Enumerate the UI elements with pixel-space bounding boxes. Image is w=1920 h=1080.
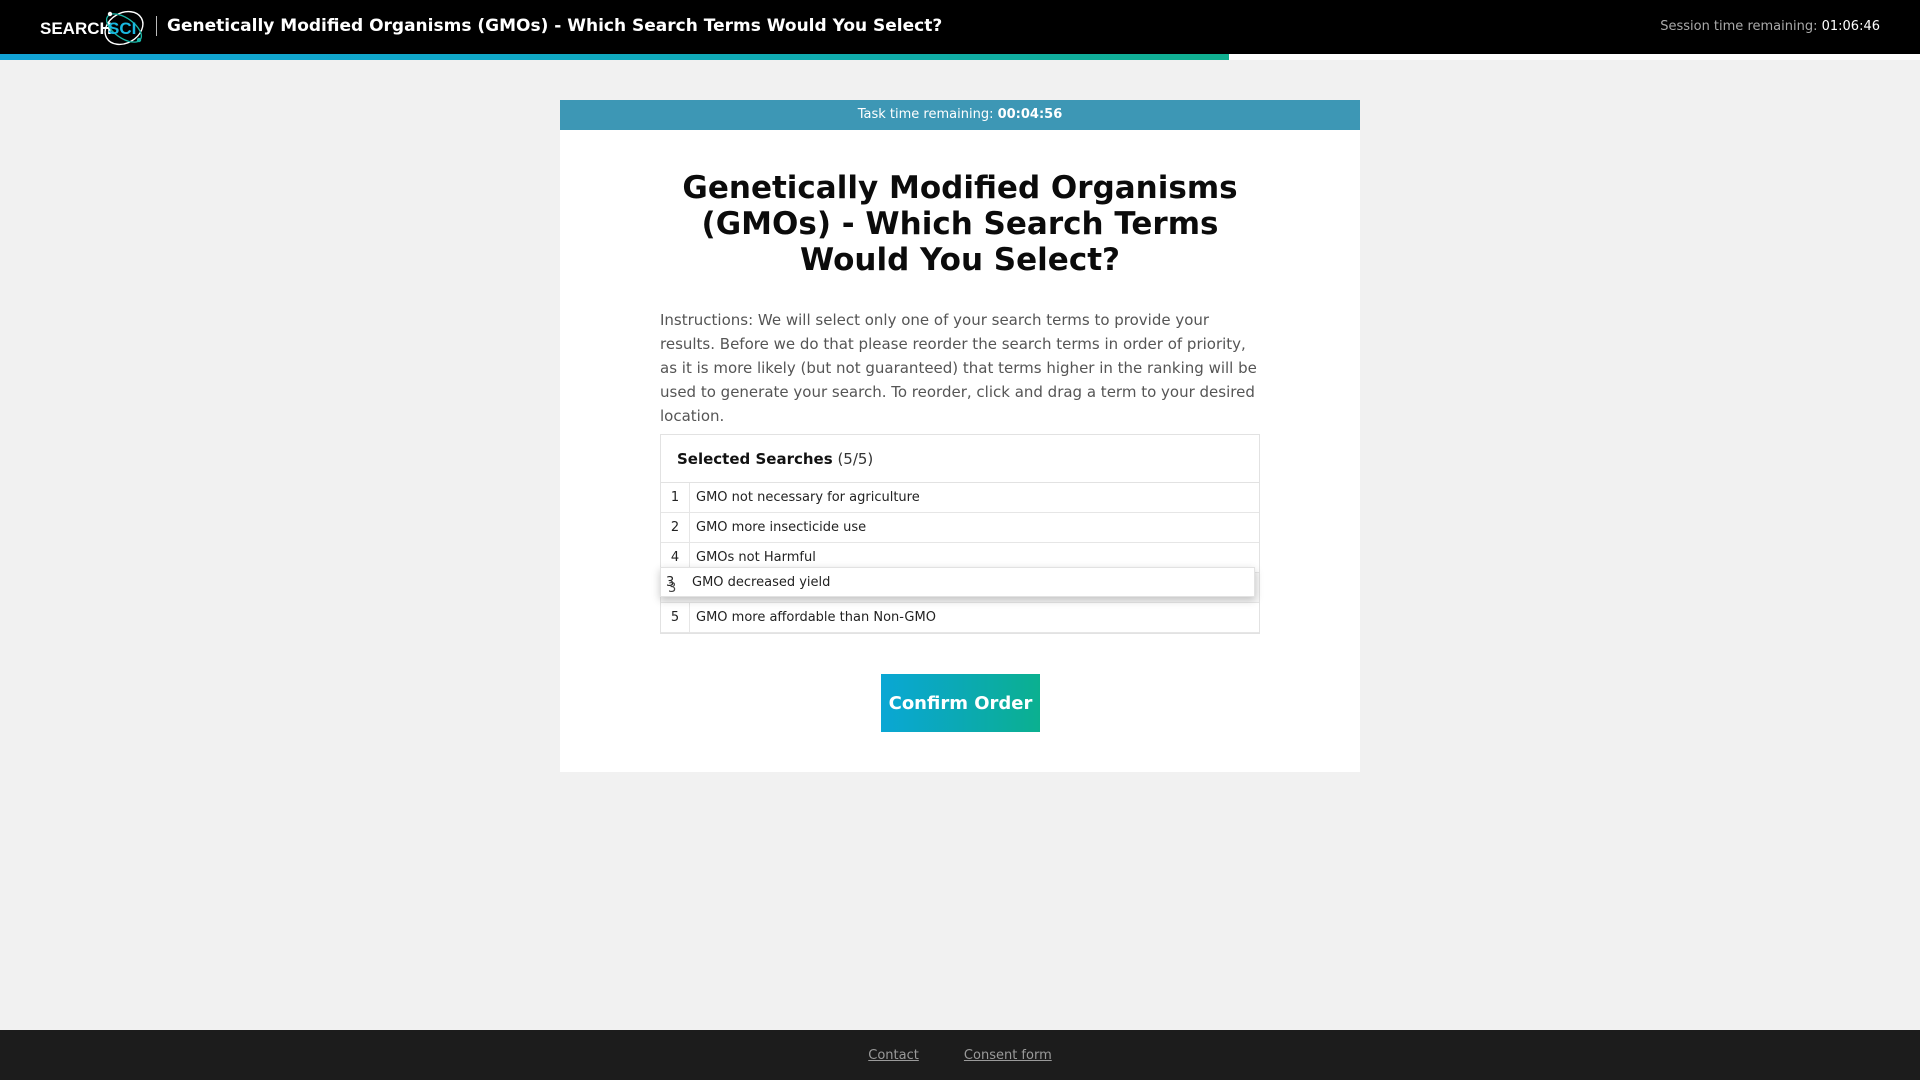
session-progress-fill (0, 54, 1229, 60)
session-timer-label: Session time remaining: (1660, 19, 1818, 34)
search-term-row[interactable]: 1 GMO not necessary for agriculture (661, 483, 1259, 513)
session-progress-bar (0, 54, 1920, 60)
consent-form-link[interactable]: Consent form (964, 1030, 1052, 1080)
dragging-search-term-row[interactable]: 3 3 GMO decreased yield (660, 567, 1255, 597)
row-term: GMO decreased yield (692, 575, 831, 590)
session-timer-value: 01:06:46 (1821, 19, 1880, 34)
row-term: GMO more affordable than Non-GMO (696, 610, 936, 625)
session-timer: Session time remaining: 01:06:46 (1660, 19, 1880, 34)
selected-searches-count: (5/5) (837, 450, 874, 468)
task-card: Task time remaining: 00:04:56 Geneticall… (560, 100, 1360, 772)
task-timer-bar: Task time remaining: 00:04:56 (560, 100, 1360, 130)
row-term: GMO not necessary for agriculture (696, 490, 920, 505)
header-title: Genetically Modified Organisms (GMOs) - … (167, 16, 943, 36)
search-term-row[interactable]: 2 GMO more insecticide use (661, 513, 1259, 543)
logo-text-left: SEARCH (40, 19, 112, 38)
search-term-row[interactable]: 5 GMO more affordable than Non-GMO (661, 603, 1259, 633)
row-number-ghost: 3 (668, 581, 677, 596)
row-number: 2 (661, 513, 690, 542)
confirm-order-button[interactable]: Confirm Order (881, 674, 1040, 732)
instructions-text: Instructions: We will select only one of… (660, 311, 1257, 425)
top-bar: SEARCH SCI Genetically Modified Organism… (0, 0, 1920, 54)
selected-searches-header: Selected Searches (5/5) (661, 435, 1259, 483)
selected-searches-label: Selected Searches (677, 450, 833, 468)
task-timer-label: Task time remaining: (857, 107, 994, 122)
contact-link[interactable]: Contact (868, 1030, 919, 1080)
logo-text-right: SCI (108, 19, 136, 38)
header-divider (156, 16, 157, 36)
searchsci-logo[interactable]: SEARCH SCI (40, 4, 144, 50)
selected-searches-list: Selected Searches (5/5) 1 GMO not necess… (660, 434, 1260, 634)
row-number: 5 (661, 603, 690, 632)
footer: Contact Consent form (0, 1030, 1920, 1080)
page-title: Genetically Modified Organisms (GMOs) - … (682, 170, 1238, 278)
row-term: GMO more insecticide use (696, 520, 867, 535)
task-timer-value: 00:04:56 (997, 107, 1063, 122)
row-number: 1 (661, 483, 690, 512)
